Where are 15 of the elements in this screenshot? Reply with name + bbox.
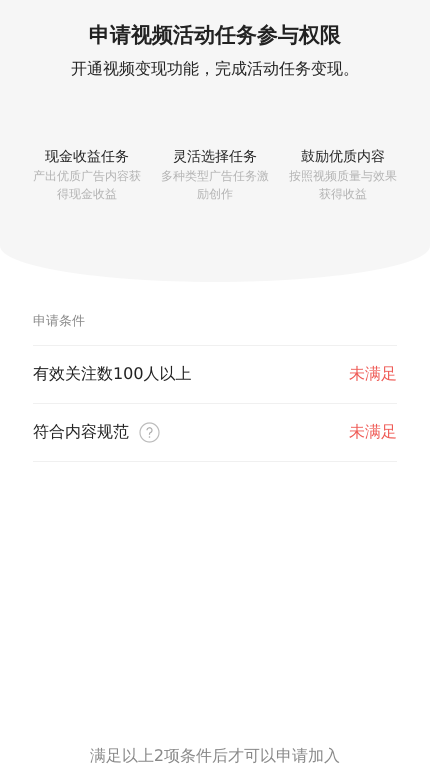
- page-title: 申请视频活动任务参与权限: [89, 22, 341, 49]
- condition-text: 符合内容规范: [33, 422, 129, 443]
- condition-text: 有效关注数100人以上: [33, 364, 192, 385]
- section-label: 申请条件: [33, 312, 397, 346]
- feature-description: 多种类型广告任务激励创作: [160, 168, 270, 203]
- condition-status: 未满足: [349, 422, 397, 443]
- feature-description: 按照视频质量与效果获得收益: [288, 168, 398, 203]
- condition-status: 未满足: [349, 364, 397, 385]
- help-icon[interactable]: [139, 422, 160, 443]
- page-subtitle: 开通视频变现功能，完成活动任务变现。: [71, 58, 359, 80]
- feature-title: 鼓励优质内容: [301, 148, 385, 167]
- footer-note: 满足以上2项条件后才可以申请加入: [90, 746, 340, 765]
- feature-title: 现金收益任务: [45, 148, 129, 167]
- feature-description: 产出优质广告内容获得现金收益: [32, 168, 142, 203]
- feature-title: 灵活选择任务: [173, 148, 257, 167]
